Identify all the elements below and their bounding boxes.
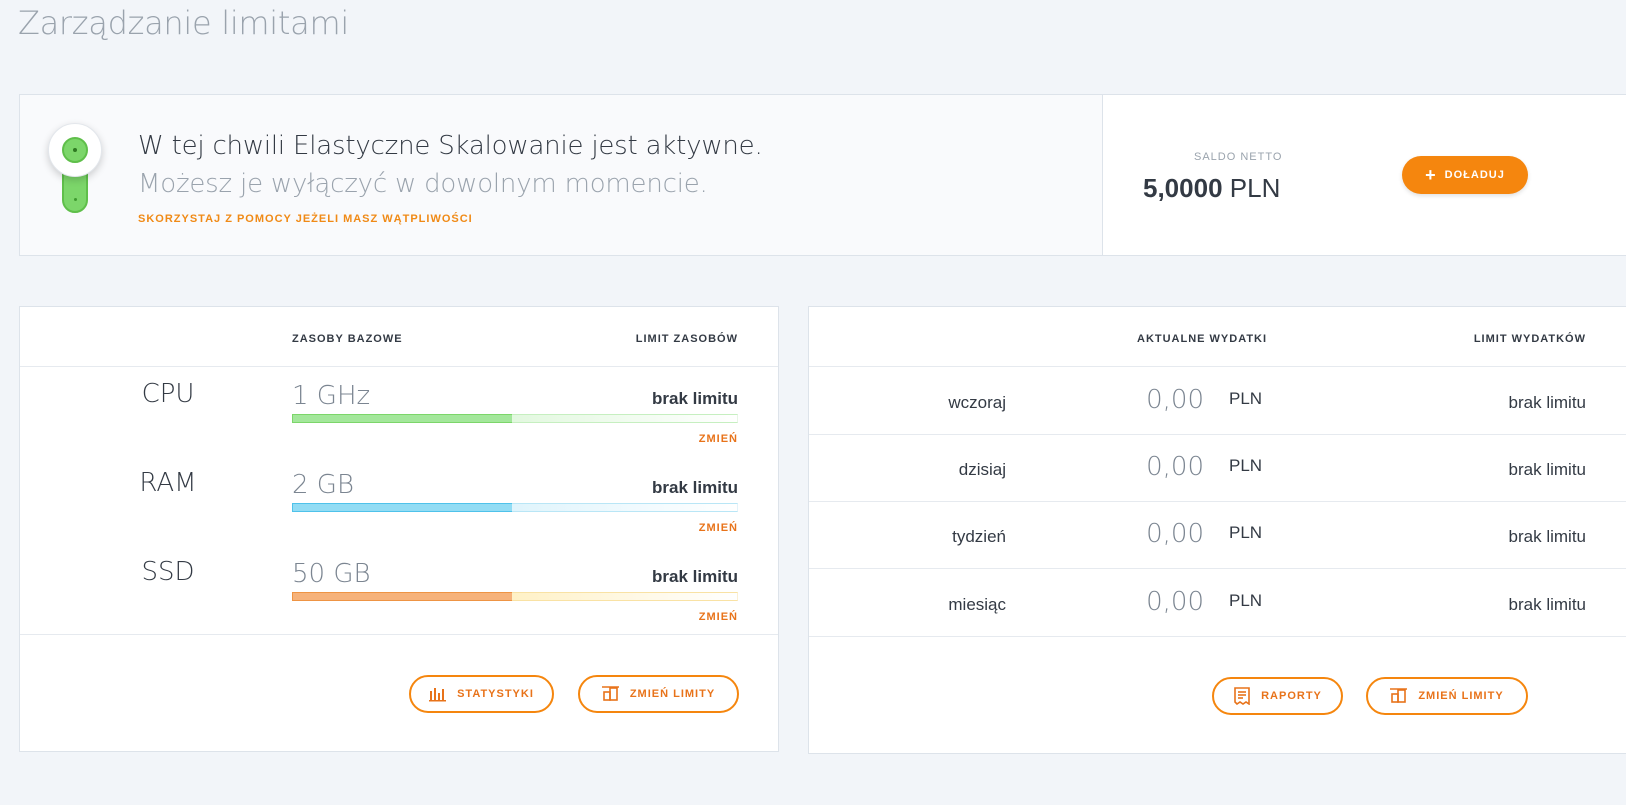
spending-currency: PLN [1229,523,1263,542]
limits-icon [1390,688,1408,703]
resource-limit-cpu: brak limitu [652,389,738,408]
spending-amount: 0,00 [1146,519,1204,549]
resource-value-ram: 2 GB [292,470,354,500]
spending-limit: brak limitu [1508,595,1586,614]
col-header-base: ZASOBY BAZOWE [292,333,403,345]
spending-limit: brak limitu [1508,393,1586,412]
change-ram-link[interactable]: ZMIEŃ [699,522,738,534]
change-spending-limits-button[interactable]: ZMIEŃ LIMITY [1366,677,1528,715]
reports-button-label: RAPORTY [1261,690,1322,702]
spending-amount: 0,00 [1146,587,1204,617]
period-label: wczoraj [948,393,1006,412]
change-spending-limits-label: ZMIEŃ LIMITY [1418,690,1504,702]
balance-amount: 5,0000 [1143,173,1223,203]
spending-panel: AKTUALNE WYDATKI LIMIT WYDATKÓW wczoraj … [808,306,1626,754]
spending-limit: brak limitu [1508,460,1586,479]
balance-section: SALDO NETTO 5,0000 PLN + DOŁADUJ [1103,95,1626,255]
resource-bar-ssd [292,592,738,601]
balance-value: 5,0000 PLN [1143,173,1280,204]
topup-button[interactable]: + DOŁADUJ [1402,156,1528,194]
period-label: miesiąc [948,595,1006,614]
elastic-scaling-toggle[interactable] [48,123,102,215]
resource-value-cpu: 1 GHz [292,381,371,411]
change-resource-limits-label: ZMIEŃ LIMITY [629,688,716,700]
spending-amount: 0,00 [1146,385,1204,415]
spending-currency: PLN [1229,389,1263,408]
banner-status-section: W tej chwili Elastyczne Skalowanie jest … [20,95,1103,255]
resource-value-ssd: 50 GB [292,559,371,589]
statistics-button[interactable]: STATYSTYKI [409,675,554,713]
spending-amount: 0,00 [1146,452,1204,482]
topup-button-label: DOŁADUJ [1444,169,1505,181]
spending-currency: PLN [1229,456,1263,475]
reports-button[interactable]: RAPORTY [1212,677,1343,715]
page-title: Zarządzanie limitami [18,4,349,42]
col-header-current-spending: AKTUALNE WYDATKI [1137,333,1268,345]
banner-info-text: Możesz je wyłączyć w dowolnym momencie. [138,169,708,199]
spending-limit: brak limitu [1508,527,1586,546]
balance-label: SALDO NETTO [1194,151,1283,163]
period-label: dzisiaj [958,460,1006,479]
col-header-spending-limit: LIMIT WYDATKÓW [1473,333,1586,345]
spending-currency: PLN [1229,591,1263,610]
change-ssd-link[interactable]: ZMIEŃ [699,611,738,623]
resource-name-cpu: CPU [141,379,195,409]
change-cpu-link[interactable]: ZMIEŃ [699,433,738,445]
resource-limit-ssd: brak limitu [652,567,738,586]
banner-status-text: W tej chwili Elastyczne Skalowanie jest … [138,131,763,161]
limits-icon [601,686,619,701]
period-label: tydzień [952,527,1006,546]
plus-icon: + [1425,165,1437,185]
resources-panel: ZASOBY BAZOWE LIMIT ZASOBÓW CPU 1 GHz br… [19,306,779,752]
change-resource-limits-button[interactable]: ZMIEŃ LIMITY [578,675,739,713]
help-link[interactable]: SKORZYSTAJ Z POMOCY JEŻELI MASZ WĄTPLIWO… [138,213,473,225]
resource-name-ram: RAM [139,468,197,498]
statistics-button-label: STATYSTYKI [457,688,534,700]
resource-name-ssd: SSD [141,557,195,587]
elastic-scaling-banner: W tej chwili Elastyczne Skalowanie jest … [19,94,1626,256]
col-header-resource-limit: LIMIT ZASOBÓW [635,333,738,345]
toggle-knob[interactable] [48,123,102,177]
resource-bar-ram [292,503,738,512]
resource-bar-cpu [292,414,738,423]
resource-limit-ram: brak limitu [652,478,738,497]
bar-chart-icon [429,688,447,702]
report-icon [1234,687,1250,705]
balance-currency: PLN [1229,173,1281,203]
